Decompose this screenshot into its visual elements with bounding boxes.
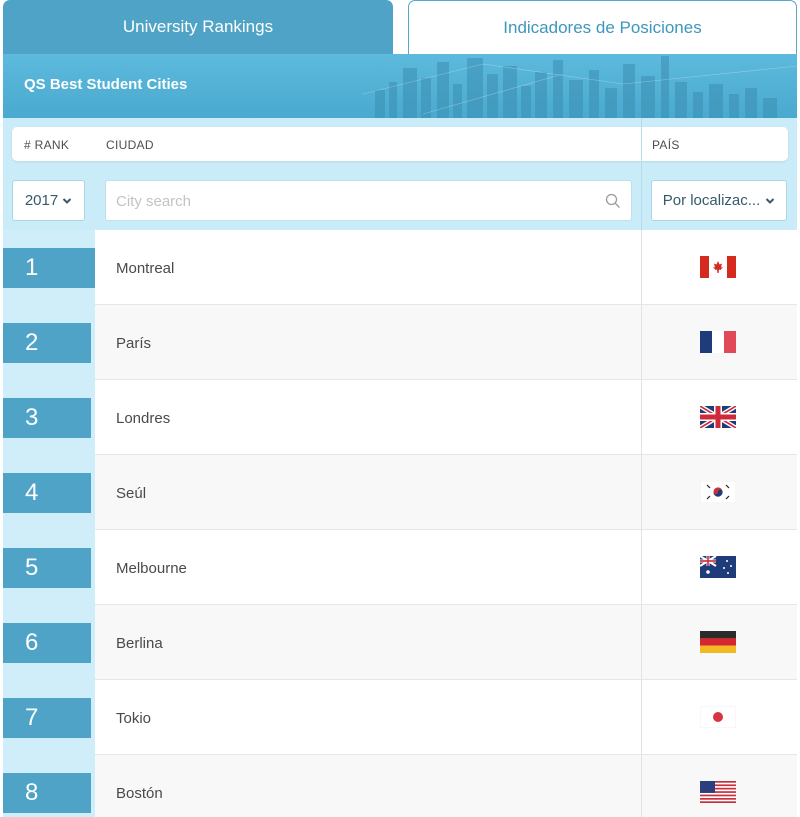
uk-flag-icon: [700, 406, 736, 428]
rank-badge: 2: [3, 323, 91, 363]
usa-flag-icon: [700, 781, 736, 803]
city-name[interactable]: Berlina: [116, 635, 163, 652]
chevron-down-icon: [766, 197, 775, 204]
table-row[interactable]: Melbourne: [95, 530, 797, 605]
table-row[interactable]: Tokio: [95, 680, 797, 755]
year-select-value: 2017: [24, 192, 59, 209]
city-skyline-icon: [363, 56, 797, 118]
rank-badge: 5: [3, 548, 91, 588]
south-korea-flag-icon: [700, 481, 736, 503]
australia-flag-icon: [700, 556, 736, 578]
tab-university-rankings[interactable]: University Rankings: [3, 0, 393, 54]
city-name[interactable]: París: [116, 335, 151, 352]
rank-badge: 6: [3, 623, 91, 663]
city-name[interactable]: Bostón: [116, 785, 163, 802]
table-row[interactable]: Montreal: [95, 230, 797, 305]
rank-badge: 4: [3, 473, 91, 513]
japan-flag-icon: [700, 706, 736, 728]
city-name[interactable]: Melbourne: [116, 560, 187, 577]
column-divider: [641, 230, 642, 817]
header-country: PAÍS: [652, 138, 680, 152]
banner-title: QS Best Student Cities: [24, 76, 188, 93]
tab-indicadores-de-posiciones[interactable]: Indicadores de Posiciones: [408, 0, 797, 54]
location-select[interactable]: Por localizac...: [651, 180, 787, 221]
year-select[interactable]: 2017: [12, 180, 85, 221]
column-divider: [641, 118, 642, 230]
chevron-down-icon: [62, 197, 72, 204]
germany-flag-icon: [700, 631, 736, 653]
header-city: CIUDAD: [106, 138, 154, 152]
city-search-input[interactable]: [116, 190, 586, 212]
rank-badge: 7: [3, 698, 91, 738]
table-row[interactable]: Berlina: [95, 605, 797, 680]
table-row[interactable]: París: [95, 305, 797, 380]
city-name[interactable]: Tokio: [116, 710, 151, 727]
table-row[interactable]: Bostón: [95, 755, 797, 817]
table-row[interactable]: Seúl: [95, 455, 797, 530]
location-select-value: Por localizac...: [662, 192, 761, 209]
city-name[interactable]: Londres: [116, 410, 170, 427]
table-row[interactable]: Londres: [95, 380, 797, 455]
city-name[interactable]: Seúl: [116, 485, 146, 502]
city-search-box[interactable]: [105, 180, 632, 221]
banner: QS Best Student Cities: [3, 54, 797, 118]
france-flag-icon: [700, 331, 736, 353]
canada-flag-icon: [700, 256, 736, 278]
ranking-tabs: University Rankings Indicadores de Posic…: [0, 0, 800, 54]
rank-badge: 1: [3, 248, 95, 288]
rank-badge: 8: [3, 773, 91, 813]
city-name[interactable]: Montreal: [116, 260, 174, 277]
header-rank: # RANK: [24, 138, 70, 152]
rank-badge: 3: [3, 398, 91, 438]
search-icon[interactable]: [605, 193, 621, 209]
